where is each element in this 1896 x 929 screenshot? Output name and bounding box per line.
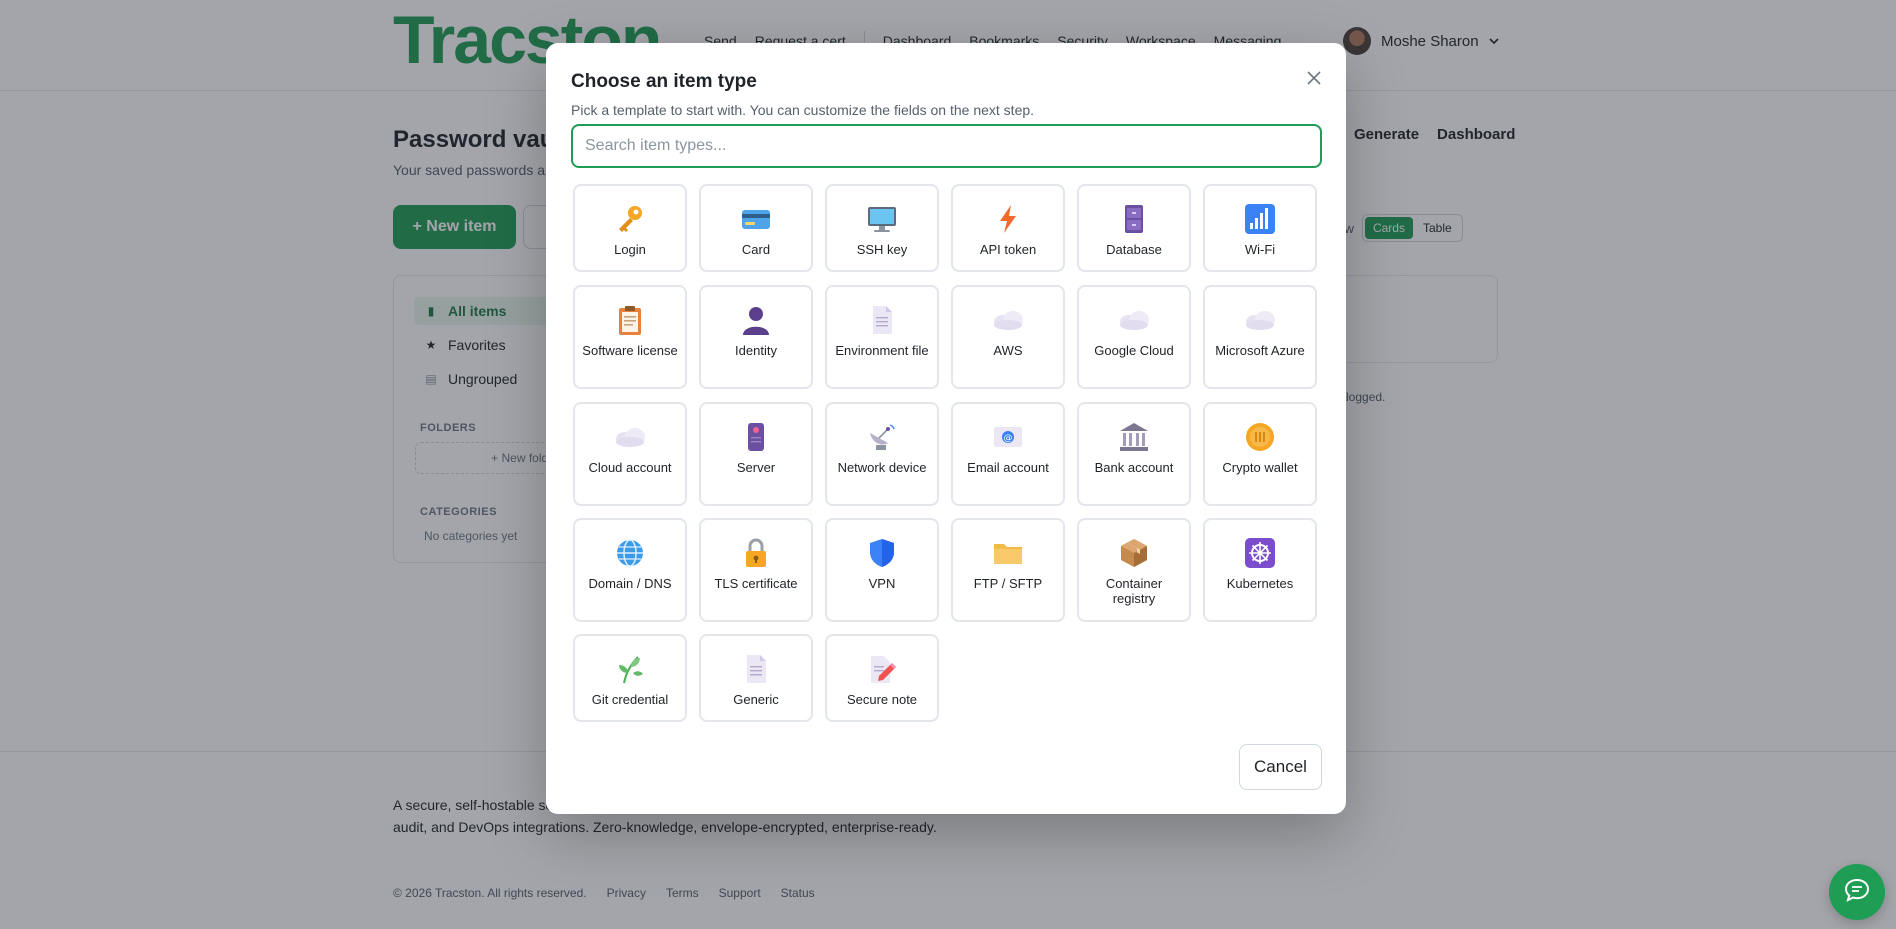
item-type-label: Crypto wallet xyxy=(1222,460,1298,475)
cloud-icon xyxy=(991,303,1025,337)
credit-card-icon xyxy=(739,202,773,236)
item-type-git-credential[interactable]: Git credential xyxy=(573,634,687,722)
item-type-crypto-wallet[interactable]: Crypto wallet xyxy=(1203,402,1317,506)
item-type-label: Login xyxy=(614,242,646,257)
item-type-label: AWS xyxy=(993,343,1023,358)
item-type-label: Network device xyxy=(837,460,927,475)
item-type-google-cloud[interactable]: Google Cloud xyxy=(1077,285,1191,389)
item-type-secure-note[interactable]: Secure note xyxy=(825,634,939,722)
item-type-email-account[interactable]: @ Email account xyxy=(951,402,1065,506)
item-type-tls-certificate[interactable]: TLS certificate xyxy=(699,518,813,622)
bank-icon xyxy=(1117,420,1151,454)
cloud-icon xyxy=(1117,303,1151,337)
item-type-wi-fi[interactable]: Wi-Fi xyxy=(1203,184,1317,272)
note-pencil-icon xyxy=(865,652,899,686)
package-icon xyxy=(1117,536,1151,570)
coin-icon xyxy=(1243,420,1277,454)
signal-bars-icon xyxy=(1243,202,1277,236)
cancel-button[interactable]: Cancel xyxy=(1239,744,1322,790)
item-type-label: Email account xyxy=(967,460,1049,475)
close-icon[interactable] xyxy=(1302,67,1326,91)
item-type-cloud-account[interactable]: Cloud account xyxy=(573,402,687,506)
item-type-label: Bank account xyxy=(1094,460,1174,475)
satellite-dish-icon xyxy=(865,420,899,454)
item-type-label: SSH key xyxy=(856,242,908,257)
item-type-label: Database xyxy=(1106,242,1162,257)
item-type-bank-account[interactable]: Bank account xyxy=(1077,402,1191,506)
item-type-domain-dns[interactable]: Domain / DNS xyxy=(573,518,687,622)
item-type-label: Secure note xyxy=(846,692,918,707)
item-type-api-token[interactable]: API token xyxy=(951,184,1065,272)
item-type-label: Domain / DNS xyxy=(588,576,672,591)
item-type-label: Server xyxy=(736,460,776,475)
shield-icon xyxy=(865,536,899,570)
person-icon xyxy=(739,303,773,337)
item-type-microsoft-azure[interactable]: Microsoft Azure xyxy=(1203,285,1317,389)
item-type-card[interactable]: Card xyxy=(699,184,813,272)
item-type-login[interactable]: Login xyxy=(573,184,687,272)
item-type-label: TLS certificate xyxy=(714,576,798,591)
item-type-identity[interactable]: Identity xyxy=(699,285,813,389)
key-icon xyxy=(613,202,647,236)
herb-icon xyxy=(613,652,647,686)
globe-icon xyxy=(613,536,647,570)
clipboard-icon xyxy=(613,303,647,337)
item-type-container-registry[interactable]: Container registry xyxy=(1077,518,1191,622)
item-type-dialog: Choose an item type Pick a template to s… xyxy=(546,43,1346,814)
item-type-environment-file[interactable]: Environment file xyxy=(825,285,939,389)
item-type-kubernetes[interactable]: Kubernetes xyxy=(1203,518,1317,622)
document-icon xyxy=(739,652,773,686)
helm-wheel-icon xyxy=(1243,536,1277,570)
item-type-server[interactable]: Server xyxy=(699,402,813,506)
item-type-aws[interactable]: AWS xyxy=(951,285,1065,389)
cloud-icon xyxy=(613,420,647,454)
server-icon xyxy=(739,420,773,454)
svg-text:@: @ xyxy=(1004,434,1013,444)
item-type-label: Container registry xyxy=(1105,576,1163,606)
file-cabinet-icon xyxy=(1117,202,1151,236)
lock-icon xyxy=(739,536,773,570)
chat-button[interactable] xyxy=(1829,864,1885,920)
item-type-label: Kubernetes xyxy=(1226,576,1294,591)
item-type-network-device[interactable]: Network device xyxy=(825,402,939,506)
item-type-ftp-sftp[interactable]: FTP / SFTP xyxy=(951,518,1065,622)
item-type-label: Wi-Fi xyxy=(1244,242,1276,257)
dialog-subtitle: Pick a template to start with. You can c… xyxy=(571,102,1035,118)
item-type-label: Generic xyxy=(733,692,779,707)
item-type-label: Google Cloud xyxy=(1094,343,1174,358)
item-type-search-input[interactable] xyxy=(571,124,1322,168)
lightning-icon xyxy=(991,202,1025,236)
folder-icon xyxy=(991,536,1025,570)
cloud-icon xyxy=(1243,303,1277,337)
item-type-ssh-key[interactable]: SSH key xyxy=(825,184,939,272)
item-type-database[interactable]: Database xyxy=(1077,184,1191,272)
item-type-label: Environment file xyxy=(835,343,929,358)
item-type-vpn[interactable]: VPN xyxy=(825,518,939,622)
item-type-label: Card xyxy=(741,242,771,257)
item-type-software-license[interactable]: Software license xyxy=(573,285,687,389)
item-type-label: Git credential xyxy=(591,692,669,707)
item-type-label: VPN xyxy=(868,576,896,591)
email-icon: @ xyxy=(991,420,1025,454)
dialog-title: Choose an item type xyxy=(571,71,757,92)
item-type-label: API token xyxy=(979,242,1037,257)
chat-bubble-icon xyxy=(1843,876,1871,909)
item-type-label: Microsoft Azure xyxy=(1215,343,1305,358)
item-type-generic[interactable]: Generic xyxy=(699,634,813,722)
monitor-icon xyxy=(865,202,899,236)
item-type-label: Cloud account xyxy=(588,460,672,475)
document-icon xyxy=(865,303,899,337)
item-type-label: Software license xyxy=(582,343,678,358)
item-type-label: FTP / SFTP xyxy=(973,576,1043,591)
item-type-label: Identity xyxy=(735,343,777,358)
